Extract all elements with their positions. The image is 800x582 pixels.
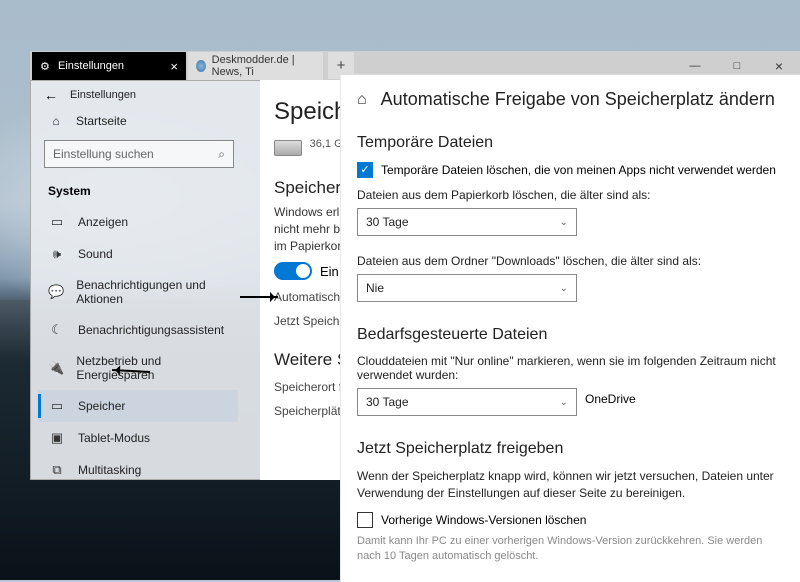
- search-placeholder: Einstellung suchen: [53, 147, 154, 161]
- section-ondemand: Bedarfsgesteuerte Dateien: [357, 326, 784, 344]
- chevron-down-icon: ⌄: [560, 217, 568, 228]
- multitasking-icon: ⧉: [48, 462, 66, 478]
- label-recycle-age: Dateien aus dem Papierkorb löschen, die …: [357, 188, 784, 202]
- tab-settings[interactable]: ⚙ Einstellungen ×: [32, 52, 186, 80]
- checkbox-delete-temp[interactable]: ✓ Temporäre Dateien löschen, die von mei…: [357, 162, 784, 178]
- combo-cloud-age[interactable]: 30 Tage ⌄: [357, 388, 577, 416]
- home-icon: ⌂: [48, 114, 64, 128]
- sidebar-item-power[interactable]: 🔌 Netzbetrieb und Energiesparen: [38, 346, 238, 390]
- storage-sense-dialog: ⌂ Automatische Freigabe von Speicherplat…: [340, 74, 800, 582]
- chevron-down-icon: ⌄: [560, 283, 568, 294]
- moon-icon: ☾: [48, 322, 66, 338]
- tab-label: Einstellungen: [58, 60, 124, 72]
- checkbox-checked-icon[interactable]: ✓: [357, 162, 373, 178]
- close-icon[interactable]: ×: [170, 59, 178, 74]
- combo-value: 30 Tage: [366, 395, 409, 409]
- nav-list: ▭ Anzeigen 🕪 Sound 💬 Benachrichtigungen und…: [38, 206, 238, 486]
- storage-icon: ▭: [48, 398, 66, 414]
- combo-downloads-age[interactable]: Nie ⌄: [357, 274, 577, 302]
- power-icon: 🔌: [48, 360, 64, 376]
- cloud-provider-label: OneDrive: [585, 392, 636, 406]
- toggle-switch-on[interactable]: [274, 262, 312, 280]
- settings-header: Einstellungen: [70, 89, 270, 101]
- checkbox-label: Temporäre Dateien löschen, die von meine…: [381, 162, 776, 178]
- nav-label: Sound: [78, 247, 113, 261]
- nav-label: Benachrichtigungsassistent: [78, 323, 224, 337]
- section-temp-files: Temporäre Dateien: [357, 134, 784, 152]
- home-icon[interactable]: ⌂: [357, 91, 367, 109]
- sidebar-item-anzeigen[interactable]: ▭ Anzeigen: [38, 206, 238, 238]
- gear-icon: ⚙: [40, 60, 52, 72]
- nav-label: Benachrichtigungen und Aktionen: [76, 278, 228, 306]
- search-input[interactable]: Einstellung suchen ⌕: [44, 140, 234, 168]
- search-icon: ⌕: [218, 147, 225, 162]
- chevron-down-icon: ⌄: [560, 397, 568, 408]
- settings-sidebar: ⌂ Startseite Einstellung suchen ⌕ System…: [38, 108, 238, 486]
- sound-icon: 🕪: [48, 246, 66, 262]
- home-label: Startseite: [76, 114, 127, 128]
- tab-label: Deskmodder.de | News, Ti: [212, 54, 315, 78]
- nav-label: Anzeigen: [78, 215, 128, 229]
- toggle-label: Ein: [320, 264, 339, 279]
- sidebar-item-benachrichtigungen[interactable]: 💬 Benachrichtigungen und Aktionen: [38, 270, 238, 314]
- sidebar-item-focus-assist[interactable]: ☾ Benachrichtigungsassistent: [38, 314, 238, 346]
- notifications-icon: 💬: [48, 284, 64, 300]
- display-icon: ▭: [48, 214, 66, 230]
- sidebar-item-speicher[interactable]: ▭ Speicher: [38, 390, 238, 422]
- annotation-arrow: [240, 296, 278, 298]
- combo-value: 30 Tage: [366, 215, 409, 229]
- sidebar-home[interactable]: ⌂ Startseite: [38, 108, 238, 134]
- label-downloads-age: Dateien aus dem Ordner "Downloads" lösch…: [357, 254, 784, 268]
- site-favicon: [196, 60, 206, 72]
- nav-label: Netzbetrieb und Energiesparen: [76, 354, 228, 382]
- sidebar-item-multitasking[interactable]: ⧉ Multitasking: [38, 454, 238, 486]
- dialog-title: Automatische Freigabe von Speicherplatz …: [381, 89, 775, 110]
- checkbox-prev-windows[interactable]: Vorherige Windows-Versionen löschen: [357, 512, 784, 528]
- body-free-now: Wenn der Speicherplatz knapp wird, könne…: [357, 468, 784, 502]
- combo-recycle-age[interactable]: 30 Tage ⌄: [357, 208, 577, 236]
- nav-label: Multitasking: [78, 463, 141, 477]
- nav-label: Speicher: [78, 399, 125, 413]
- checkbox-label: Vorherige Windows-Versionen löschen: [381, 512, 586, 528]
- tab-deskmodder[interactable]: Deskmodder.de | News, Ti: [188, 52, 323, 80]
- category-header: System: [38, 178, 238, 206]
- combo-value: Nie: [366, 281, 384, 295]
- tablet-icon: ▣: [48, 430, 66, 446]
- label-cloud: Clouddateien mit "Nur online" markieren,…: [357, 354, 784, 382]
- checkbox-unchecked-icon[interactable]: [357, 512, 373, 528]
- back-button[interactable]: ←: [44, 87, 58, 103]
- sidebar-item-tablet[interactable]: ▣ Tablet-Modus: [38, 422, 238, 454]
- nav-label: Tablet-Modus: [78, 431, 150, 445]
- hint-prev-windows: Damit kann Ihr PC zu einer vorherigen Wi…: [357, 534, 784, 564]
- disk-icon: [274, 140, 302, 156]
- section-free-now: Jetzt Speicherplatz freigeben: [357, 440, 784, 458]
- sidebar-item-sound[interactable]: 🕪 Sound: [38, 238, 238, 270]
